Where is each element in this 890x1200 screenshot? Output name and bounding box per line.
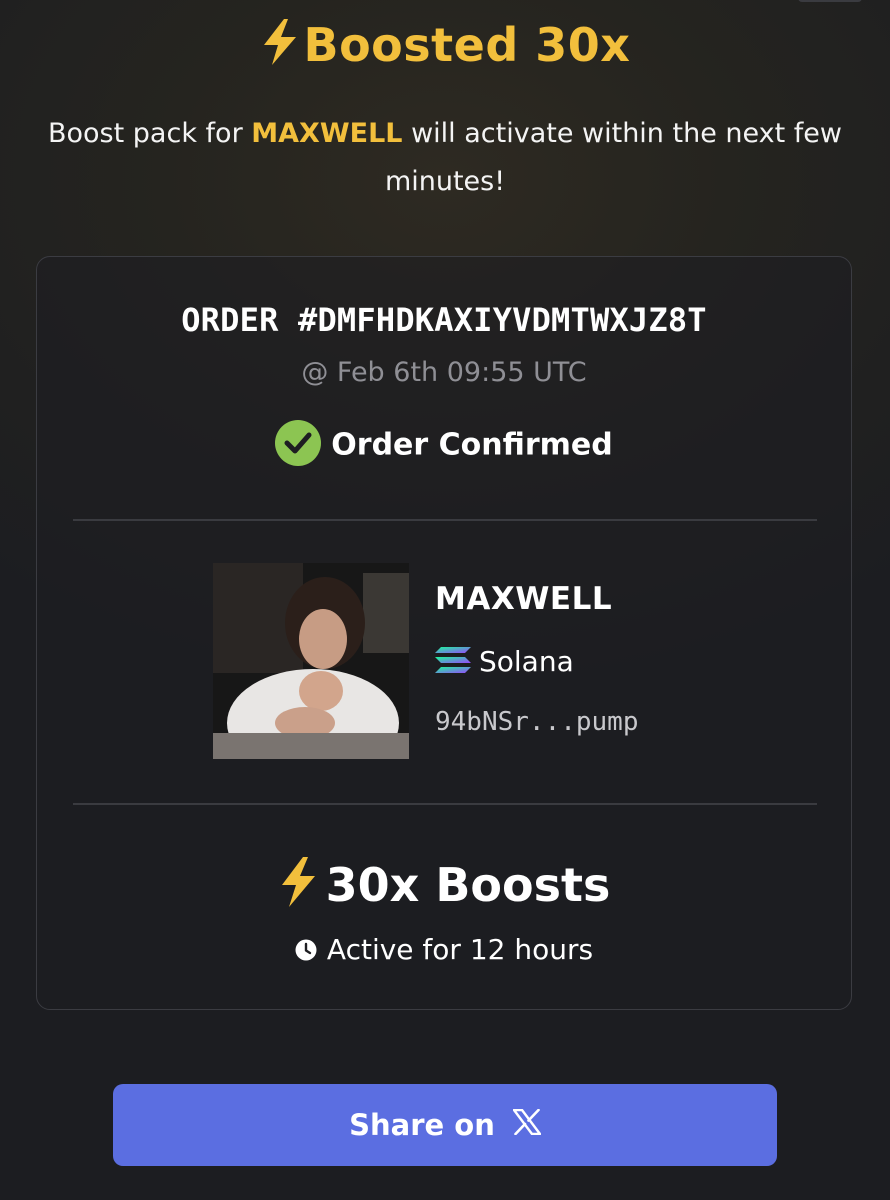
share-on-x-button[interactable]: Share on xyxy=(113,1084,777,1166)
divider xyxy=(73,519,817,521)
order-status: Order Confirmed xyxy=(37,420,851,469)
order-id: ORDER #DMFHDKAXIYVDMTWXJZ8T xyxy=(181,301,707,339)
boost-duration-text: Active for 12 hours xyxy=(326,933,594,966)
subtitle-suffix: will activate within the next few minute… xyxy=(384,118,842,197)
x-logo-icon xyxy=(512,1108,542,1142)
token-avatar xyxy=(213,563,409,759)
solana-icon xyxy=(435,645,471,682)
clock-icon xyxy=(295,935,317,968)
title-text: Boosted 30x xyxy=(303,18,631,72)
check-circle-icon xyxy=(275,420,322,466)
page-title: Boosted 30x xyxy=(0,18,890,76)
share-button-label: Share on xyxy=(349,1108,495,1142)
order-card: ORDER #DMFHDKAXIYVDMTWXJZ8T @ Feb 6th 09… xyxy=(36,256,852,1010)
boost-amount-text: 30x Boosts xyxy=(325,858,611,912)
lightning-bolt-icon xyxy=(260,19,300,76)
lightning-bolt-icon xyxy=(278,857,318,918)
token-address[interactable]: 94bNSr...pump xyxy=(435,707,639,737)
order-timestamp: @ Feb 6th 09:55 UTC xyxy=(301,357,587,388)
boost-duration: Active for 12 hours xyxy=(37,933,851,968)
activation-message: Boost pack for MAXWELL will activate wit… xyxy=(40,110,850,206)
order-status-text: Order Confirmed xyxy=(331,427,613,463)
token-chain: Solana xyxy=(435,645,574,682)
boost-amount: 30x Boosts xyxy=(37,857,851,918)
token-name: MAXWELL xyxy=(435,581,613,617)
subtitle-prefix: Boost pack for xyxy=(48,118,252,149)
subtitle-token-name: MAXWELL xyxy=(251,118,403,149)
chain-name: Solana xyxy=(479,645,574,678)
sheet-handle xyxy=(798,0,862,2)
divider xyxy=(73,803,817,805)
